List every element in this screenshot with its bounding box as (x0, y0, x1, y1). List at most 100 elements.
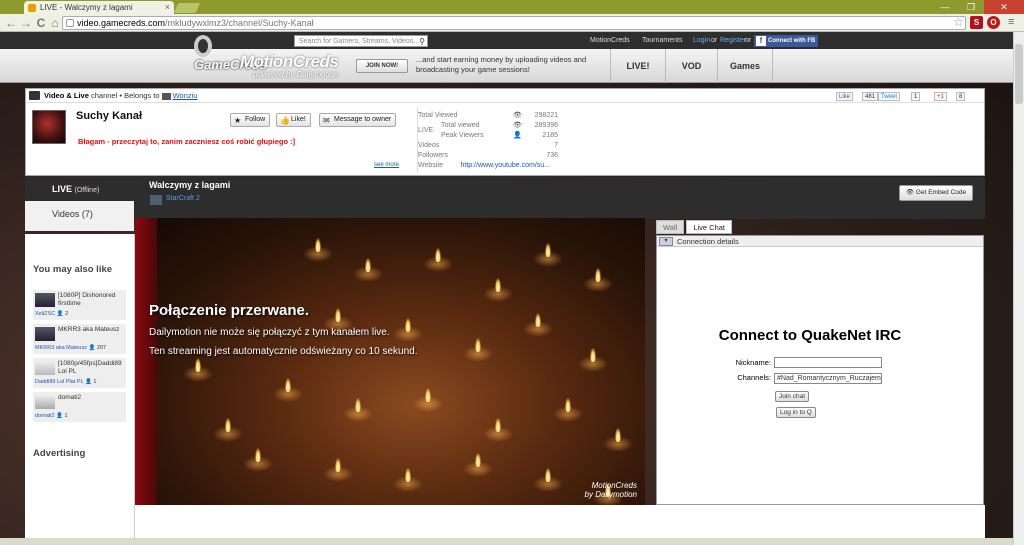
facebook-icon: f (756, 36, 766, 46)
register-link[interactable]: Register (720, 37, 746, 44)
maximize-icon[interactable]: ❐ (958, 0, 984, 14)
tab-close-icon[interactable]: × (165, 2, 170, 12)
follow-button[interactable]: ★ Follow (230, 113, 271, 127)
nav-vod[interactable]: VOD (665, 49, 717, 83)
eye-icon: 👁 (905, 189, 916, 196)
video-thumbnail (35, 327, 55, 341)
like-button[interactable]: 👍 Like! (276, 113, 311, 127)
download-bar (0, 538, 1013, 545)
new-tab-button[interactable] (173, 3, 201, 13)
list-item[interactable]: domati2 domati2 👤 1 (33, 392, 126, 422)
minimize-icon[interactable]: — (932, 0, 958, 14)
tweet-count: 1 (911, 92, 921, 101)
url-host: video.gamecreds.com (77, 18, 166, 28)
advertising-heading: Advertising (33, 448, 86, 459)
address-bar[interactable]: video.gamecreds.com/mkludywxlmz3/channel… (62, 16, 966, 30)
star-icon: ★ (234, 116, 242, 125)
fb-connect-button[interactable]: f Connect with FB (754, 35, 818, 47)
website-link[interactable]: http://www.youtube.com/su... (461, 161, 551, 171)
list-item[interactable]: [1080P] Dishonored firsttime XeliZSC 👤 2 (33, 290, 126, 320)
channels-input[interactable]: #Nad_Romantycznym_Ruczajem (774, 373, 882, 384)
candle-flame (405, 468, 411, 482)
message-owner-button[interactable]: ✉ Message to owner (319, 113, 397, 127)
login-link[interactable]: Login (693, 37, 710, 44)
candle-flame (355, 398, 361, 412)
person-icon: 👤 (84, 379, 92, 385)
tweet-button[interactable]: Tweet (878, 92, 901, 101)
window-close-icon[interactable]: ✕ (984, 0, 1024, 14)
extension-opera-icon[interactable]: O (987, 16, 1000, 29)
scrollbar-thumb[interactable] (1015, 44, 1023, 104)
owner-link[interactable]: Wonziu (173, 91, 198, 100)
join-now-label: JOIN NOW! (365, 63, 399, 69)
connection-details[interactable]: Connection details (677, 237, 739, 246)
page-icon (66, 19, 74, 27)
candle-flame (590, 348, 596, 362)
bookmark-star-icon[interactable]: ☆ (953, 15, 964, 29)
candle-flame (495, 278, 501, 292)
site-topbar: Search for Gamers, Streams, Videos... ⚲ … (0, 32, 1024, 49)
stat-website: Website http://www.youtube.com/su... (418, 161, 551, 171)
game-link[interactable]: StarCraft 2 (150, 195, 200, 205)
eye-icon: 👁 (513, 112, 522, 119)
video-thumbnail (35, 361, 55, 375)
candle-flame (285, 378, 291, 392)
candle-flame (545, 468, 551, 482)
tab-live[interactable]: LIVE (Offline) (25, 177, 134, 201)
gplus-count: 8 (956, 92, 966, 101)
channel-avatar[interactable] (32, 110, 66, 144)
player-error-line-2: Ten streaming jest automatycznie odśwież… (149, 346, 418, 357)
candle-flame (255, 448, 261, 462)
person-icon: 👤 (56, 413, 63, 419)
channel-type: Video & Live (44, 91, 89, 100)
tab-title: LIVE - Walczymy z lagami (40, 3, 133, 12)
tab-live-chat[interactable]: Live Chat (686, 220, 732, 234)
join-chat-button[interactable]: Join chat (775, 391, 810, 402)
home-icon[interactable]: ⌂ (47, 15, 63, 31)
player-logo: MotionCreds by Dailymotion (584, 481, 637, 499)
nickname-input[interactable] (774, 357, 882, 368)
live-status: (Offline) (74, 187, 100, 194)
chat-panel: ▾ Connection details Connect to QuakeNet… (656, 235, 984, 505)
candle-flame (535, 313, 541, 327)
candle-flame (425, 388, 431, 402)
gplus-button[interactable]: +1 (934, 92, 947, 101)
player-error-title: Połączenie przerwane. (149, 302, 310, 319)
video-player[interactable]: Połączenie przerwane. Dailymotion nie mo… (135, 218, 645, 505)
stat-peak: Peak Viewers 👤 2185 (441, 132, 558, 139)
candle-flame (615, 428, 621, 442)
tab-videos[interactable]: Videos (7) (25, 201, 134, 231)
back-icon[interactable]: ← (3, 15, 19, 31)
login-q-button[interactable]: Log in to Q (776, 407, 816, 418)
channel-info-panel: Video & Live channel • Belongs to Wonziu… (25, 88, 985, 176)
tournaments-link[interactable]: Tournaments (642, 37, 682, 44)
person-icon: 👤 (56, 311, 64, 317)
see-more-link[interactable]: see more (374, 162, 399, 168)
tab-wall[interactable]: Wall (656, 220, 685, 234)
list-item[interactable]: [1080p/45fps]Daddi89 Lol PL Daddi89 Lol … (33, 358, 126, 388)
search-input[interactable]: Search for Gamers, Streams, Videos... ⚲ (294, 35, 428, 47)
motioncreds-link[interactable]: MotionCreds (590, 37, 630, 44)
forward-icon[interactable]: → (18, 15, 34, 31)
nav-live[interactable]: LIVE! (610, 49, 665, 83)
dropdown-icon[interactable]: ▾ (659, 237, 673, 246)
join-now-button[interactable]: JOIN NOW! (356, 59, 408, 73)
powered-by-dailymotion: powered by Dailymotion (253, 70, 339, 79)
country-flag-icon (161, 92, 171, 100)
belongs-to-label: • Belongs to (119, 91, 160, 100)
menu-wrench-icon[interactable]: ≡ (1008, 16, 1014, 28)
fb-connect-label: Connect with FB (768, 38, 816, 44)
list-item[interactable]: MKRR3 aka Mateusz MKRR3 aka Mateusz 👤 20… (33, 324, 126, 354)
motioncreds-logo[interactable]: MotionCreds (240, 52, 339, 72)
page-scrollbar[interactable] (1013, 32, 1024, 545)
browser-tab[interactable]: LIVE - Walczymy z lagami × (24, 1, 174, 14)
tv-icon (29, 91, 40, 100)
get-embed-code-button[interactable]: 👁 Get Embed Code (899, 185, 973, 201)
extension-s-icon[interactable]: S (970, 16, 983, 29)
player-strip: LIVE (Offline) Videos (7) Walczymy z lag… (25, 177, 985, 231)
search-icon[interactable]: ⚲ (419, 36, 425, 47)
game-icon (150, 195, 162, 205)
fb-like-button[interactable]: Like (836, 92, 854, 101)
nav-games[interactable]: Games (717, 49, 773, 83)
channel-description: Błagam - przeczytaj to, zanim zaczniesz … (78, 137, 296, 146)
